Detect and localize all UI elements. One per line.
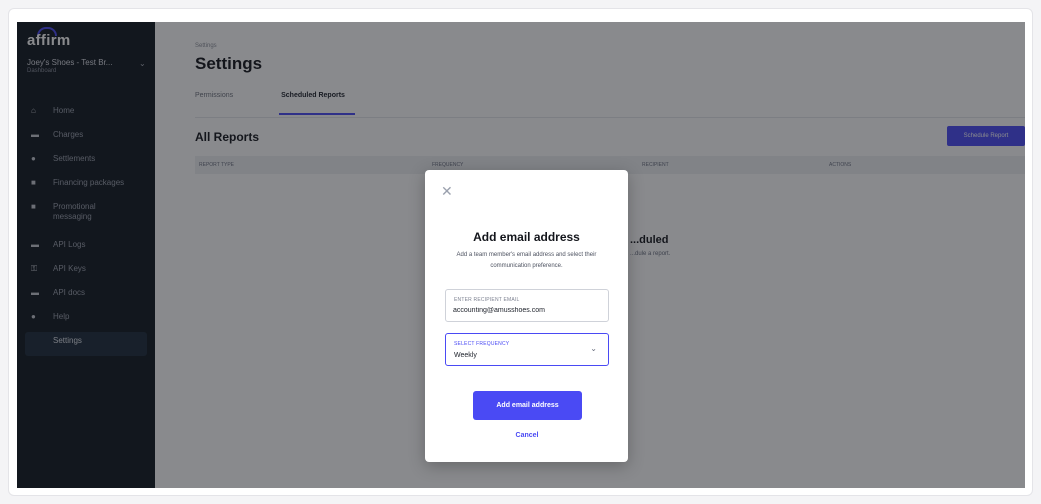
frequency-select-label: SELECT FREQUENCY (454, 341, 510, 347)
email-field[interactable]: ENTER RECIPIENT EMAIL (445, 289, 609, 322)
email-input[interactable] (453, 307, 599, 314)
cancel-button[interactable]: Cancel (495, 432, 559, 439)
modal-title: Add email address (473, 230, 580, 244)
close-icon[interactable]: ✕ (441, 184, 453, 198)
email-field-label: ENTER RECIPIENT EMAIL (454, 297, 520, 303)
add-email-address-button[interactable]: Add email address (473, 391, 582, 420)
add-email-modal: ✕ Add email address Add a team member's … (425, 170, 628, 462)
frequency-select-value: Weekly (454, 352, 477, 359)
frequency-select[interactable]: SELECT FREQUENCY Weekly ⌄ (445, 333, 609, 366)
chevron-down-icon: ⌄ (590, 344, 597, 353)
modal-description: Add a team member's email address and se… (456, 252, 597, 269)
